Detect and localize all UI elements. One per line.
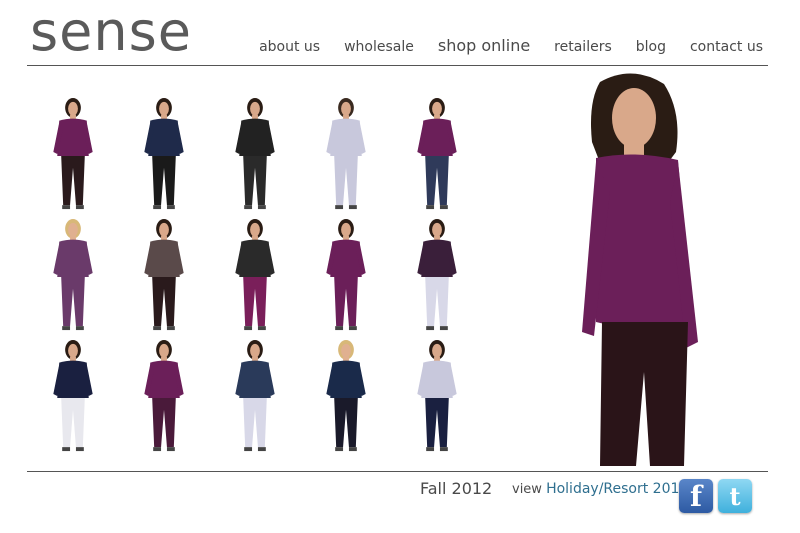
product-thumbnail[interactable] xyxy=(134,216,194,334)
nav-retailers[interactable]: retailers xyxy=(554,39,612,55)
nav-shop-online[interactable]: shop online xyxy=(438,36,530,55)
facebook-icon[interactable]: f xyxy=(679,479,713,513)
main-nav: about us wholesale shop online retailers… xyxy=(235,36,763,55)
twitter-icon[interactable]: t xyxy=(718,479,752,513)
product-thumbnail[interactable] xyxy=(43,337,103,455)
product-thumbnail[interactable] xyxy=(316,95,376,213)
featured-model-image xyxy=(552,72,712,466)
product-thumbnail[interactable] xyxy=(316,216,376,334)
nav-blog[interactable]: blog xyxy=(636,39,666,55)
footer: Fall 2012 view Holiday/Resort 2012 f t xyxy=(0,479,800,519)
product-thumbnail[interactable] xyxy=(316,337,376,455)
nav-wholesale[interactable]: wholesale xyxy=(344,39,414,55)
product-thumbnail[interactable] xyxy=(225,337,285,455)
season-label: Fall 2012 xyxy=(420,479,493,498)
holiday-resort-link[interactable]: Holiday/Resort 2012 xyxy=(546,481,688,497)
footer-divider xyxy=(27,471,768,472)
nav-about-us[interactable]: about us xyxy=(259,39,320,55)
header-divider xyxy=(27,65,768,66)
nav-contact-us[interactable]: contact us xyxy=(690,39,763,55)
product-thumbnail[interactable] xyxy=(225,216,285,334)
product-thumbnail[interactable] xyxy=(43,95,103,213)
product-thumbnail[interactable] xyxy=(225,95,285,213)
view-prefix: view xyxy=(512,482,542,497)
product-thumbnail[interactable] xyxy=(134,337,194,455)
product-thumbnail-grid xyxy=(27,95,477,460)
product-thumbnail[interactable] xyxy=(407,337,467,455)
product-thumbnail[interactable] xyxy=(407,95,467,213)
product-thumbnail[interactable] xyxy=(134,95,194,213)
sense-logo[interactable]: sense xyxy=(30,2,192,62)
product-thumbnail[interactable] xyxy=(43,216,103,334)
view-other-collection: view Holiday/Resort 2012 xyxy=(512,481,688,497)
product-thumbnail[interactable] xyxy=(407,216,467,334)
